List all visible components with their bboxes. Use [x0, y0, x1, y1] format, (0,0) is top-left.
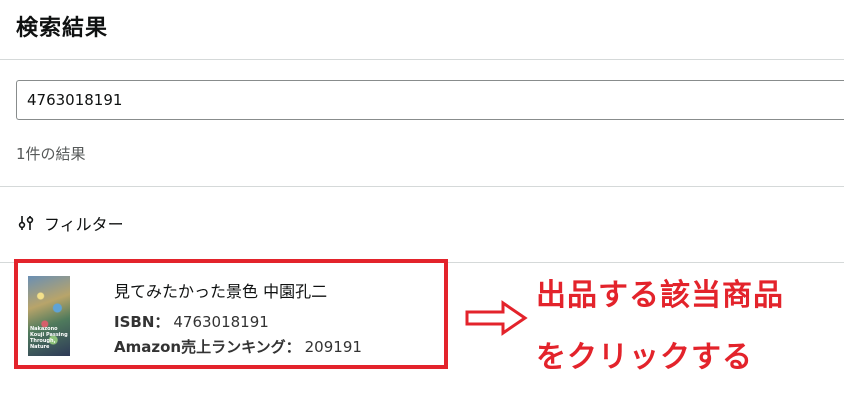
sliders-icon — [18, 216, 34, 230]
rank-line: Amazon売上ランキング： 209191 — [114, 336, 362, 357]
annotation-line-1: 出品する該当商品 — [536, 278, 784, 313]
right-arrow-icon — [465, 300, 528, 336]
divider — [0, 186, 844, 187]
isbn-line: ISBN： 4763018191 — [114, 311, 269, 332]
book-title: 見てみたかった景色 中園孔二 — [114, 282, 328, 301]
filter-button[interactable]: フィルター — [18, 211, 124, 235]
page-title: 検索結果 — [16, 16, 109, 41]
isbn-value: 4763018191 — [173, 313, 269, 331]
annotation-line-2: をクリックする — [536, 340, 753, 375]
search-input[interactable] — [16, 80, 844, 120]
rank-label: Amazon売上ランキング： — [114, 338, 301, 356]
book-cover-image: Nakazono Kouji Passing Through, Nature — [28, 276, 70, 356]
filter-label: フィルター — [44, 215, 124, 234]
page: 検索結果 1件の結果 フィルター Nakazono Kouji Passing … — [0, 0, 844, 404]
cover-text: Nakazono Kouji Passing Through, Nature — [30, 326, 68, 350]
rank-value: 209191 — [304, 338, 362, 356]
divider — [0, 59, 844, 60]
result-count: 1件の結果 — [16, 145, 86, 163]
result-item[interactable]: Nakazono Kouji Passing Through, Nature 見… — [14, 259, 448, 369]
isbn-label: ISBN： — [114, 313, 170, 331]
